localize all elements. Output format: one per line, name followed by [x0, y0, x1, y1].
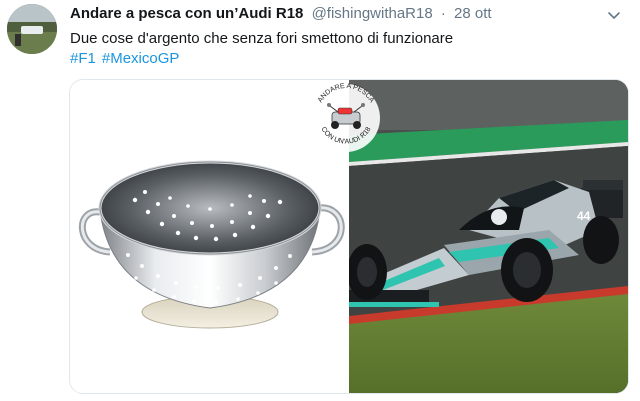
- tweet-header: Andare a pesca con un’Audi R18 @fishingw…: [70, 5, 492, 25]
- avatar[interactable]: [7, 4, 57, 54]
- svg-text:44: 44: [577, 209, 591, 223]
- hashtag-f1[interactable]: #F1: [70, 50, 96, 67]
- display-name[interactable]: Andare a pesca con un’Audi R18: [70, 5, 303, 22]
- hashtags: #F1 #MexicoGP: [70, 49, 185, 69]
- tweet-text: Due cose d'argento che senza fori smetto…: [70, 30, 454, 47]
- timestamp[interactable]: 28 ott: [454, 5, 492, 22]
- tweet[interactable]: Andare a pesca con un’Audi R18 @fishingw…: [0, 0, 640, 401]
- watermark-logo: ANDARE A PESCA CON UN'AUDI R18: [312, 83, 380, 152]
- hashtag-mexicogp[interactable]: #MexicoGP: [102, 50, 180, 67]
- chevron-down-icon[interactable]: [607, 9, 621, 23]
- user-handle[interactable]: @fishingwithaR18: [312, 5, 433, 22]
- f1-car-image[interactable]: 44: [347, 80, 628, 393]
- tweet-media[interactable]: 44 ANDARE A PESCA CON UN'AUDI R18: [69, 79, 629, 394]
- separator-dot: ·: [440, 5, 446, 22]
